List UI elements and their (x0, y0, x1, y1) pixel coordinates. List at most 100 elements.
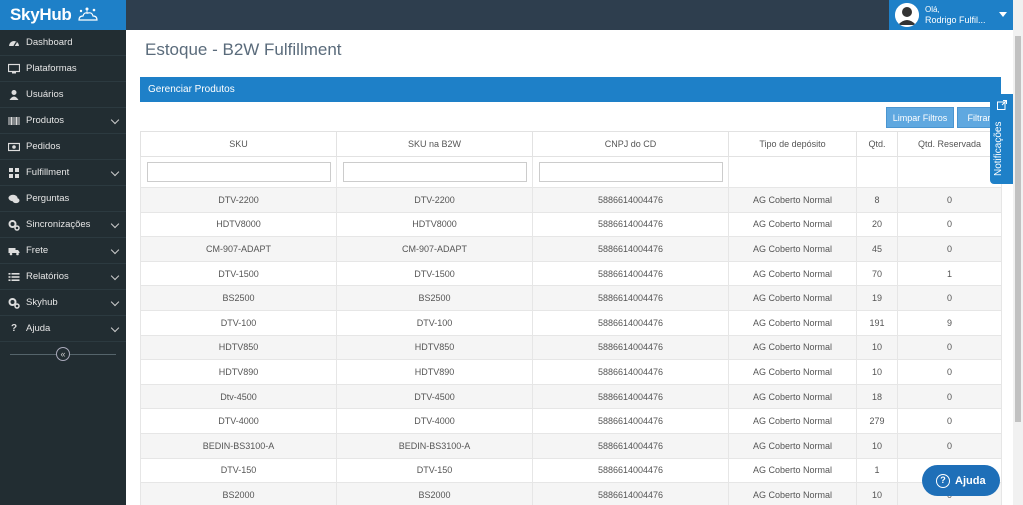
cell-sku: DTV-2200 (140, 187, 337, 213)
cogs-icon (8, 297, 20, 309)
column-header-qtd-reservada[interactable]: Qtd. Reservada (897, 131, 1002, 157)
help-button[interactable]: ? Ajuda (922, 465, 1000, 496)
cell-qtd: 191 (856, 309, 898, 336)
table-row[interactable]: BS2500 BS2500 5886614004476 AG Coberto Norm… (140, 285, 1002, 311)
cell-cnpj: 5886614004476 (532, 334, 729, 361)
cell-sku-b2w: DTV-1500 (336, 260, 533, 287)
cell-sku-b2w: BEDIN-BS3100-A (336, 432, 533, 459)
notifications-label: Notificações (993, 121, 1004, 176)
sku-filter-input[interactable] (146, 162, 331, 182)
cell-cnpj: 5886614004476 (532, 359, 729, 385)
cloud-network-icon (77, 7, 98, 21)
table-row[interactable]: CM-907-ADAPT CM-907-ADAPT 5886614004476 AG … (140, 236, 1002, 262)
cell-tipo-deposito: AG Coberto Normal (728, 211, 857, 238)
cell-sku-b2w: BS2000 (336, 482, 533, 505)
cell-qtd: 19 (856, 285, 898, 311)
sidebar-item-ajuda[interactable]: ? Ajuda (0, 316, 126, 342)
table-row[interactable]: BS2000 BS2000 5886614004476 AG Coberto Norm… (140, 482, 1002, 505)
cell-sku: HDTV8000 (140, 211, 337, 238)
cell-sku-b2w: DTV-100 (336, 309, 533, 336)
sku-b2w-filter-input[interactable] (342, 162, 527, 182)
cnpj-filter-input[interactable] (538, 162, 723, 182)
chevron-down-icon (110, 167, 120, 177)
avatar (895, 3, 919, 27)
column-header-sku-b2w[interactable]: SKU na B2W (336, 131, 533, 157)
column-header-sku[interactable]: SKU (140, 131, 337, 157)
logo[interactable]: SkyHub (0, 0, 126, 30)
cell-sku: CM-907-ADAPT (140, 236, 337, 262)
cell-tipo-deposito: AG Coberto Normal (728, 359, 857, 385)
cell-qtd-reservada: 0 (897, 236, 1002, 262)
sidebar-item-perguntas[interactable]: Perguntas (0, 186, 126, 212)
cell-qtd-reservada: 0 (897, 408, 1002, 434)
clear-filters-button[interactable]: Limpar Filtros (886, 107, 954, 128)
cell-sku-b2w: DTV-150 (336, 457, 533, 484)
table-row[interactable]: HDTV8000 HDTV8000 5886614004476 AG Coberto … (140, 211, 1002, 238)
sidebar-item-relatorios[interactable]: Relatórios (0, 264, 126, 290)
table-row[interactable]: DTV-100 DTV-100 5886614004476 AG Coberto No… (140, 309, 1002, 336)
cell-sku: DTV-4000 (140, 408, 337, 434)
page-title: Estoque - B2W Fulfillment (145, 40, 342, 59)
cell-tipo-deposito: AG Coberto Normal (728, 457, 857, 484)
table-row[interactable]: BEDIN-BS3100-A BEDIN-BS3100-A 588661400447… (140, 432, 1002, 459)
cell-sku: HDTV850 (140, 334, 337, 361)
cell-qtd-reservada: 0 (897, 432, 1002, 459)
sidebar-item-label: Ajuda (26, 323, 51, 334)
column-header-qtd[interactable]: Qtd. (856, 131, 898, 157)
cell-qtd: 1 (856, 457, 898, 484)
caret-down-icon[interactable] (999, 12, 1007, 17)
sidebar-item-sincronizacoes[interactable]: Sincronizações (0, 212, 126, 238)
cell-sku-b2w: DTV-4500 (336, 383, 533, 410)
column-header-cnpj[interactable]: CNPJ do CD (532, 131, 729, 157)
table-row[interactable]: DTV-150 DTV-150 5886614004476 AG Coberto No… (140, 457, 1002, 484)
table-row[interactable]: HDTV850 HDTV850 5886614004476 AG Coberto No… (140, 334, 1002, 361)
sidebar-item-usuarios[interactable]: Usuários (0, 82, 126, 108)
table-row[interactable]: DTV-4000 DTV-4000 5886614004476 AG Coberto … (140, 408, 1002, 434)
cell-tipo-deposito: AG Coberto Normal (728, 383, 857, 410)
sidebar-item-pedidos[interactable]: Pedidos (0, 134, 126, 160)
scrollbar-thumb[interactable] (1015, 36, 1021, 422)
user-icon (8, 89, 20, 101)
sidebar-item-label: Frete (26, 245, 49, 256)
sidebar-item-label: Relatórios (26, 271, 69, 282)
table-row[interactable]: Dtv-4500 DTV-4500 5886614004476 AG Coberto … (140, 383, 1002, 410)
sidebar-item-fulfillment[interactable]: Fulfillment (0, 160, 126, 186)
sidebar-item-label: Sincronizações (26, 219, 91, 230)
cell-sku: BEDIN-BS3100-A (140, 432, 337, 459)
cell-cnpj: 5886614004476 (532, 285, 729, 311)
cell-qtd-reservada: 9 (897, 309, 1002, 336)
sidebar-item-produtos[interactable]: Produtos (0, 108, 126, 134)
top-header: SkyHub Olá, Rodrigo Fulfil... (0, 0, 1023, 30)
cell-cnpj: 5886614004476 (532, 260, 729, 287)
cell-tipo-deposito: AG Coberto Normal (728, 432, 857, 459)
dashboard-icon (8, 37, 20, 49)
sidebar-item-plataformas[interactable]: Plataformas (0, 56, 126, 82)
sidebar-collapse-row: « (0, 342, 126, 366)
cell-sku: BS2000 (140, 482, 337, 505)
cell-qtd: 18 (856, 383, 898, 410)
chevron-down-icon (110, 219, 120, 229)
table-row[interactable]: DTV-2200 DTV-2200 5886614004476 AG Coberto … (140, 187, 1002, 213)
cell-qtd-reservada: 0 (897, 211, 1002, 238)
sidebar-item-skyhub[interactable]: Skyhub (0, 290, 126, 316)
cell-cnpj: 5886614004476 (532, 309, 729, 336)
sidebar-item-frete[interactable]: Frete (0, 238, 126, 264)
table-row[interactable]: HDTV890 HDTV890 5886614004476 AG Coberto No… (140, 359, 1002, 385)
cell-qtd: 45 (856, 236, 898, 262)
cell-sku-b2w: HDTV890 (336, 359, 533, 385)
chevron-down-icon (110, 115, 120, 125)
cell-sku: HDTV890 (140, 359, 337, 385)
sidebar-item-dashboard[interactable]: Dashboard (0, 30, 126, 56)
cell-cnpj: 5886614004476 (532, 187, 729, 213)
cell-qtd-reservada: 0 (897, 187, 1002, 213)
question-circle-icon: ? (936, 473, 950, 488)
cell-qtd: 20 (856, 211, 898, 238)
notifications-tab[interactable]: Notificações (990, 94, 1014, 184)
sidebar: Dashboard Plataformas Usuários Produtos … (0, 30, 126, 505)
table-row[interactable]: DTV-1500 DTV-1500 5886614004476 AG Coberto … (140, 260, 1002, 287)
user-menu[interactable]: Olá, Rodrigo Fulfil... (889, 0, 1013, 30)
column-header-tipo-deposito[interactable]: Tipo de depósito (728, 131, 857, 157)
collapse-sidebar-icon[interactable]: « (56, 347, 70, 361)
vertical-scrollbar[interactable] (1013, 30, 1023, 505)
sidebar-item-label: Fulfillment (26, 167, 70, 178)
